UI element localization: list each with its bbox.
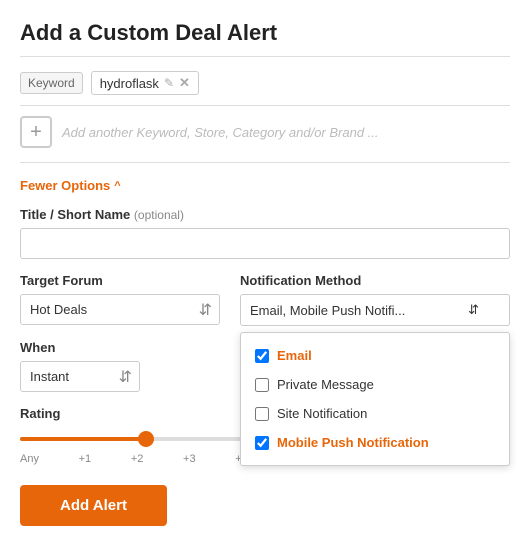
add-filter-button[interactable]: + (20, 116, 52, 148)
dropdown-item-private-message[interactable]: Private Message (241, 370, 509, 399)
site-notification-label: Site Notification (277, 406, 367, 421)
title-field-label: Title / Short Name (optional) (20, 207, 510, 222)
mobile-push-checkbox[interactable] (255, 436, 269, 450)
notification-method-select-wrapper: Email, Mobile Push Notifi... ⇵ Email Pri… (240, 294, 510, 326)
rating-thumb[interactable] (138, 431, 154, 447)
target-forum-label: Target Forum (20, 273, 220, 288)
mobile-push-label: Mobile Push Notification (277, 435, 429, 450)
target-forum-select[interactable]: Hot Deals All Deals Freebies Coupons (20, 294, 220, 325)
target-forum-select-wrapper: Hot Deals All Deals Freebies Coupons ⇵ (20, 294, 220, 325)
add-alert-button[interactable]: Add Alert (20, 485, 167, 526)
dropdown-item-email[interactable]: Email (241, 341, 509, 370)
rating-label-1: +1 (79, 453, 92, 465)
email-label: Email (277, 348, 312, 363)
add-filter-placeholder: Add another Keyword, Store, Category and… (62, 125, 379, 140)
notification-method-display[interactable]: Email, Mobile Push Notifi... ⇵ (240, 294, 510, 326)
keyword-tag: hydroflask ✎ ✕ (91, 71, 199, 95)
private-message-label: Private Message (277, 377, 374, 392)
rating-label-2: +2 (131, 453, 144, 465)
notification-method-arrow-icon: ⇵ (468, 302, 479, 318)
notification-method-section: Notification Method Email, Mobile Push N… (240, 273, 510, 326)
fewer-options-toggle[interactable]: Fewer Options ^ (20, 178, 121, 193)
dropdown-item-mobile-push[interactable]: Mobile Push Notification (241, 428, 509, 457)
rating-label-3: +3 (183, 453, 196, 465)
when-select[interactable]: Instant Daily Digest Weekly Digest (20, 361, 140, 392)
page-title: Add a Custom Deal Alert (20, 20, 510, 57)
rating-fill (20, 437, 146, 441)
add-filter-row: + Add another Keyword, Store, Category a… (20, 116, 510, 163)
chevron-up-icon: ^ (114, 180, 120, 192)
dropdown-item-site-notification[interactable]: Site Notification (241, 399, 509, 428)
remove-keyword-icon[interactable]: ✕ (179, 75, 190, 91)
target-forum-section: Target Forum Hot Deals All Deals Freebie… (20, 273, 220, 325)
notification-dropdown: Email Private Message Site Notification … (240, 332, 510, 466)
rating-label-any: Any (20, 453, 39, 465)
title-input[interactable] (20, 228, 510, 259)
private-message-checkbox[interactable] (255, 378, 269, 392)
when-select-wrapper: Instant Daily Digest Weekly Digest ⇵ (20, 361, 140, 392)
edit-keyword-icon[interactable]: ✎ (164, 76, 174, 90)
keyword-label: Keyword (20, 72, 83, 94)
title-field-container: Title / Short Name (optional) (20, 207, 510, 273)
title-field-optional: (optional) (134, 208, 184, 222)
keyword-tag-value: hydroflask (100, 76, 159, 91)
notification-method-label: Notification Method (240, 273, 510, 288)
two-col-section: Target Forum Hot Deals All Deals Freebie… (20, 273, 510, 326)
fewer-options-label: Fewer Options (20, 178, 110, 193)
email-checkbox[interactable] (255, 349, 269, 363)
keyword-row: Keyword hydroflask ✎ ✕ (20, 71, 510, 106)
site-notification-checkbox[interactable] (255, 407, 269, 421)
